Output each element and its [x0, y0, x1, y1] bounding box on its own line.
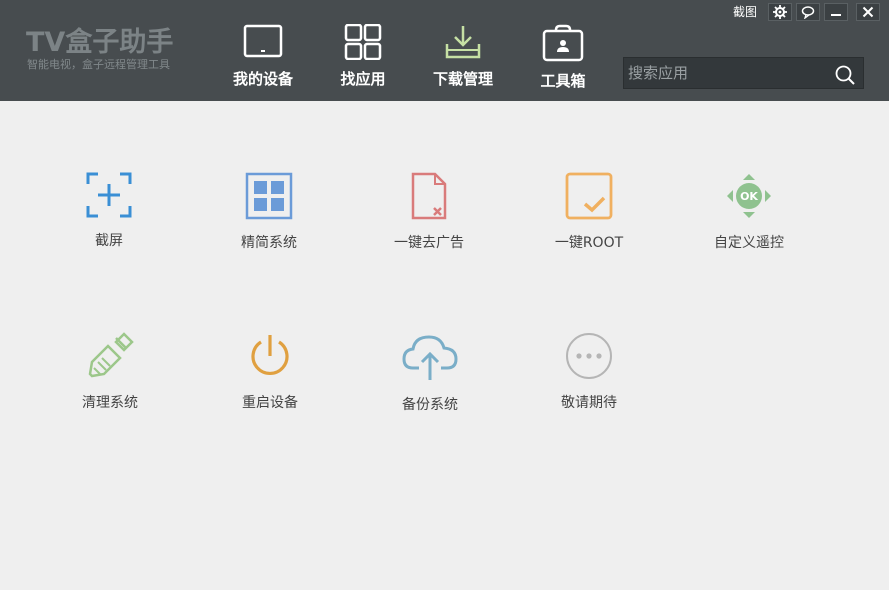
cloud-upload-icon: [402, 335, 458, 380]
root-check-icon: [565, 172, 613, 220]
nav-download-manager[interactable]: 下载管理: [423, 24, 503, 94]
tool-restart-device[interactable]: 重启设备: [210, 332, 330, 432]
tool-slim-system[interactable]: 精简系统: [209, 172, 329, 272]
nav-label: 下载管理: [432, 70, 493, 88]
settings-button[interactable]: [768, 3, 792, 21]
tool-label: 敬请期待: [561, 395, 617, 411]
tool-label: 一键ROOT: [554, 235, 624, 251]
top-bar: TV盒子助手 智能电视，盒子远程管理工具 我的设备 找应用 下载管理 工具箱 截…: [0, 0, 889, 101]
search-input[interactable]: [628, 62, 828, 84]
nav-label: 找应用: [340, 70, 386, 88]
remove-ad-icon: [411, 172, 447, 220]
search-icon[interactable]: [834, 64, 856, 86]
nav-label: 我的设备: [232, 70, 293, 88]
minimize-icon: [831, 14, 841, 16]
tool-label: 清理系统: [82, 395, 138, 411]
tool-label: 备份系统: [402, 397, 458, 413]
toolbox-icon: [542, 24, 584, 62]
download-icon: [445, 26, 481, 59]
broom-icon: [88, 332, 134, 378]
tool-label: 自定义遥控: [714, 235, 784, 251]
nav-my-devices[interactable]: 我的设备: [223, 24, 303, 94]
svg-text:OK: OK: [740, 190, 758, 203]
tool-custom-remote[interactable]: OK 自定义遥控: [689, 172, 809, 272]
close-icon: [862, 6, 874, 18]
close-button[interactable]: [856, 3, 880, 21]
tool-clean-system[interactable]: 清理系统: [50, 332, 170, 432]
tool-label: 精简系统: [241, 235, 297, 251]
chat-bubble-icon: [801, 6, 815, 19]
nav-toolbox[interactable]: 工具箱: [523, 24, 603, 94]
minimize-button[interactable]: [824, 3, 848, 21]
search-box: [623, 57, 864, 89]
tool-label: 重启设备: [242, 395, 298, 411]
screenshot-link[interactable]: 截图: [733, 4, 757, 20]
tool-remove-ads[interactable]: 一键去广告: [369, 172, 489, 272]
nav-label: 工具箱: [540, 72, 586, 90]
app-logo-subtitle: 智能电视，盒子远程管理工具: [27, 58, 170, 71]
grid-icon: [344, 24, 382, 60]
tool-screenshot[interactable]: 截屏: [49, 172, 169, 272]
app-logo-title: TV盒子助手: [26, 27, 174, 58]
tool-coming-soon[interactable]: 敬请期待: [529, 332, 649, 432]
tool-one-click-root[interactable]: 一键ROOT: [529, 172, 649, 272]
tool-label: 截屏: [95, 233, 123, 249]
feedback-button[interactable]: [796, 3, 820, 21]
windows-grid-icon: [245, 172, 293, 220]
remote-dpad-icon: OK: [727, 174, 771, 218]
gear-icon: [773, 5, 787, 19]
tv-icon: [243, 24, 283, 58]
screenshot-icon: [86, 172, 132, 218]
tool-label: 一键去广告: [394, 235, 464, 251]
nav-find-apps[interactable]: 找应用: [323, 24, 403, 94]
power-icon: [251, 335, 289, 376]
more-icon: [566, 333, 612, 379]
tool-backup-system[interactable]: 备份系统: [370, 332, 490, 432]
